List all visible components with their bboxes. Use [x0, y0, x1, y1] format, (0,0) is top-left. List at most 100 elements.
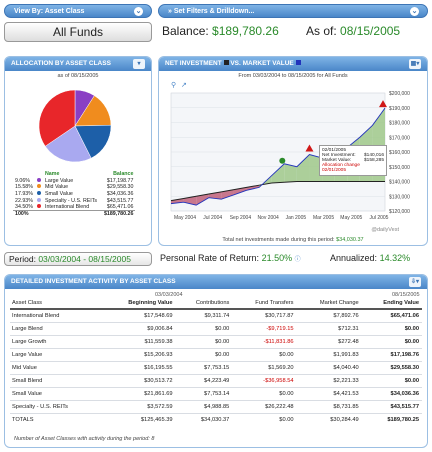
cell-beginning: $16,195.55	[102, 361, 176, 375]
chevron-down-icon[interactable]: ⌄	[410, 7, 419, 16]
filters-label: Set Filters & Drilldown...	[173, 8, 255, 15]
annualized-return: Annualized: 14.32%	[330, 253, 410, 263]
cell-ending: $0.00	[361, 335, 422, 349]
y-tick-label: $200,000	[389, 91, 410, 97]
y-tick-label: $150,000	[389, 165, 410, 171]
market-value-chart: $120,000 $130,000 $140,000 $150,000 $160,000…	[170, 91, 410, 221]
asof-label: As of:	[306, 24, 337, 38]
legend-total-pct: 100%	[13, 210, 35, 218]
cell-total-beginning: $125,465.39	[140, 416, 173, 423]
cell-transfer: $26,222.48	[232, 400, 297, 414]
balance-display: Balance: $189,780.26	[162, 24, 279, 38]
fund-selector-button[interactable]: All Funds	[4, 22, 152, 42]
legend-balance: $43,515.77	[106, 197, 134, 204]
allocation-marker	[279, 157, 286, 164]
cell-market: $712.31	[296, 322, 362, 336]
detail-title: Detailed Investment Activity by Asset Cl…	[11, 278, 176, 285]
cell-contrib: $0.00	[175, 348, 233, 362]
legend-pct: 17.93%	[15, 191, 33, 198]
chart-panel-header: Net Investment vs. Market Value ▦▾	[159, 57, 427, 71]
table-row[interactable]: Large Blend $9,006.84 $0.00 -$9,719.15 $712.…	[10, 322, 422, 336]
allocation-panel: Allocation by Asset Class ▾ as of 08/15/…	[4, 56, 152, 246]
legend-balance: $29,558.30	[106, 184, 134, 191]
y-tick-label: $120,000	[389, 209, 410, 215]
net-investment-panel: Net Investment vs. Market Value ▦▾ From …	[158, 56, 428, 246]
cell-transfer: $0.00	[232, 348, 297, 362]
tooltip-value-2: $158,285	[363, 158, 384, 163]
cell-beginning: $3,572.59	[102, 400, 176, 414]
table-row[interactable]: Specialty - U.S. REITs $3,572.59 $4,988.85…	[10, 400, 422, 414]
table-row[interactable]: Small Blend $30,513.72 $4,223.49 -$36,958.5…	[10, 374, 422, 388]
legend-color-dot	[36, 177, 41, 182]
detail-header-row: Asset Class Beginning Value Contribution…	[10, 297, 422, 310]
table-row[interactable]: Large Growth $11,559.38 $0.00 -$11,831.86 $2…	[10, 335, 422, 349]
ror-label: Personal Rate of Return:	[160, 253, 260, 263]
cell-asset-class: Large Value	[10, 348, 102, 362]
cell-asset-class: Large Blend	[10, 322, 102, 336]
cell-total-ending: $189,780.25	[387, 416, 419, 423]
cell-total-contrib: $34,030.37	[200, 416, 230, 423]
cell-market: $7,892.76	[296, 309, 362, 323]
legend-row: 15.58% Mid Value $29,558.30	[13, 184, 135, 191]
legend-pct: 9.06%	[15, 177, 31, 184]
view-by-bar[interactable]: View By: Asset Class ⌄	[4, 4, 152, 18]
cell-ending: $0.00	[361, 374, 422, 388]
asof-value: 08/15/2005	[340, 24, 401, 38]
cell-beginning: $17,548.69	[102, 309, 176, 323]
chevron-down-icon[interactable]: ⌄	[134, 7, 143, 16]
legend-name: Mid Value	[44, 184, 69, 191]
y-tick-label: $130,000	[389, 194, 410, 200]
totals-row: TOTALS $125,465.39 $34,030.37 $0.00 $30,284.…	[10, 413, 422, 426]
cell-contrib: $9,311.74	[175, 309, 233, 323]
cell-asset-class: International Blend	[10, 309, 102, 323]
legend-row: 22.93% Specialty - U.S. REITs $43,515.77	[13, 197, 135, 204]
col-fund-transfers: Fund Transfers	[232, 297, 297, 310]
table-row[interactable]: Small Value $21,861.69 $7,753.14 $0.00 $4,42…	[10, 387, 422, 401]
export-options-icon[interactable]: ⇩▾	[409, 277, 421, 287]
x-tick-label: Sep 2004	[230, 215, 252, 221]
net-investment-swatch	[223, 60, 229, 65]
cell-market: $2,221.33	[296, 374, 362, 388]
filters-bar[interactable]: » Set Filters & Drilldown... ⌄	[158, 4, 428, 18]
cell-market: $8,731.85	[296, 400, 362, 414]
info-icon[interactable]: ⓘ	[295, 257, 301, 263]
y-tick-label: $160,000	[389, 150, 410, 156]
col-contributions: Contributions	[175, 297, 233, 310]
chart-watermark: @dailyVest	[371, 227, 399, 233]
cell-contrib: $0.00	[175, 322, 233, 336]
cell-beginning: $11,559.38	[102, 335, 176, 349]
legend-name: Small Value	[44, 191, 73, 198]
legend-color-dot	[36, 204, 41, 209]
chart-footer: Total net investments made during this p…	[159, 237, 427, 243]
legend-name: Large Value	[44, 177, 74, 184]
legend-total-row: 100% $189,780.26	[13, 210, 136, 218]
market-value-swatch	[295, 60, 301, 65]
table-row[interactable]: International Blend $17,548.69 $9,311.74 $3…	[10, 309, 422, 323]
annualized-value: 14.32%	[379, 253, 411, 263]
legend-balance: $34,036.36	[106, 191, 134, 198]
cell-transfer: $30,717.87	[232, 309, 297, 323]
legend-pct: 34.50%	[15, 204, 33, 211]
table-row[interactable]: Mid Value $16,195.55 $7,753.15 $1,569.20 $4,…	[10, 361, 422, 375]
legend-col-name: Name	[44, 171, 60, 178]
chart-options-icon[interactable]: ▦▾	[409, 59, 421, 69]
col-asset-class: Asset Class	[10, 297, 102, 310]
asof-display: As of: 08/15/2005	[306, 24, 400, 38]
cell-asset-class: Large Growth	[10, 335, 102, 349]
legend-color-dot	[36, 184, 41, 189]
detail-table: Asset Class Beginning Value Contribution…	[10, 297, 422, 426]
cell-market: $4,040.40	[296, 361, 362, 375]
chart-footer-label: Total net investments made during this p…	[222, 237, 335, 243]
legend-total-balance: $189,780.26	[99, 210, 136, 218]
cell-beginning: $9,006.84	[102, 322, 176, 336]
cell-ending: $29,558.30	[361, 361, 422, 375]
chevron-down-icon[interactable]: ▾	[133, 59, 145, 69]
tooltip-line-3: Allocation change 02/01/2005	[322, 163, 360, 173]
cell-transfer: -$9,719.15	[232, 322, 297, 336]
cell-asset-class: Specialty - U.S. REITs	[10, 400, 102, 414]
rate-of-return: Personal Rate of Return: 21.50% ⓘ	[160, 253, 301, 263]
allocation-pie-chart	[38, 89, 112, 163]
x-tick-label: May 2005	[340, 215, 362, 221]
table-row[interactable]: Large Value $15,206.93 $0.00 $0.00 $1,991.83…	[10, 348, 422, 362]
y-tick-label: $170,000	[389, 135, 410, 141]
